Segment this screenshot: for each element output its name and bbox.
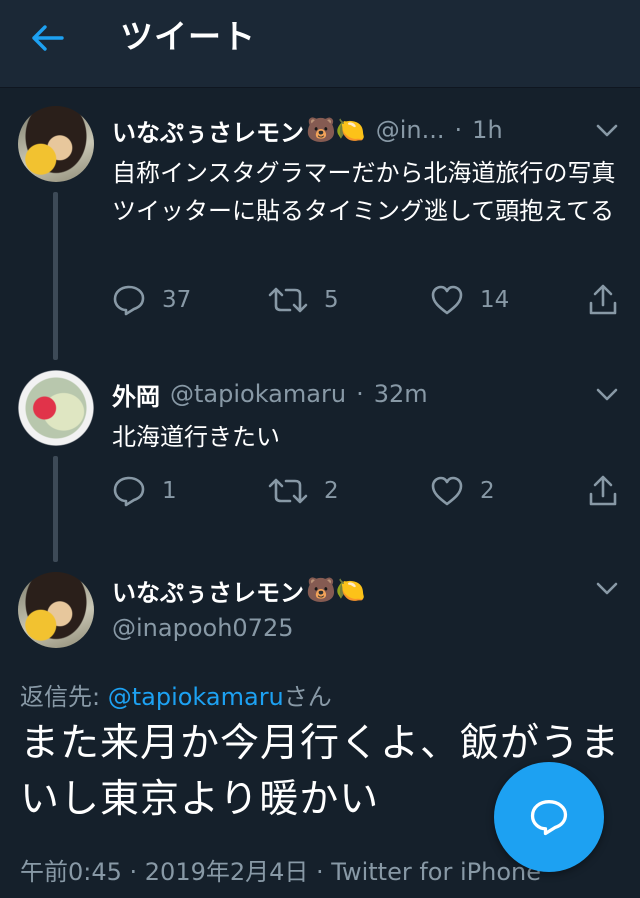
share-icon [589,284,617,315]
tweet-header: 外岡 @tapiokamaru · 32m [112,374,428,414]
retweet-icon [268,287,308,313]
tweet-actions: 1 2 2 [112,471,628,511]
share-button[interactable] [588,471,634,511]
separator-dot: · [356,380,364,408]
thread-line [53,192,58,360]
handle: @tapiokamaru [170,380,347,408]
reply-suffix: さん [283,683,332,711]
handle: @inapooh0725 [112,614,294,642]
compose-reply-icon [530,800,568,836]
retweet-count: 5 [324,287,339,313]
like-count: 14 [480,287,510,313]
tweet-menu-button[interactable] [592,116,622,146]
name-emoji: 🐻🍋 [306,576,366,604]
tweet-header: いなぷぅさレモン 🐻🍋 [112,568,366,612]
retweet-icon [268,478,308,504]
name-emoji: 🐻🍋 [306,116,366,144]
tweet-actions: 37 5 14 [112,280,628,320]
reply-button[interactable]: 37 [112,280,191,320]
like-button[interactable]: 14 [430,280,509,320]
avatar[interactable] [18,572,94,648]
tweet-text: 自称インスタグラマーだから北海道旅行の写真ツイッターに貼るタイミング逃して頭抱え… [112,159,616,225]
back-arrow-icon [32,25,64,51]
chevron-down-icon [596,124,618,137]
display-name: いなぷぅさレモン [112,118,304,147]
chevron-down-icon [596,582,618,595]
thread-line [53,456,58,562]
chevron-down-icon [596,388,618,401]
separator-dot: · [454,116,463,144]
page-title: ツイート [120,17,256,56]
reply-icon [113,285,145,316]
retweet-button[interactable]: 2 [268,471,339,511]
display-name: 外岡 [112,382,160,411]
app: ツイート いなぷぅさレモン 🐻🍋 @in... · 1h 自称インスタグラマーだ… [0,0,640,898]
reply-icon [113,476,145,507]
avatar[interactable] [18,106,94,182]
like-count: 2 [480,478,495,504]
avatar[interactable] [18,370,94,446]
retweet-button[interactable]: 5 [268,280,339,320]
reply-prefix: 返信先: [20,683,108,711]
tweet-time: 1h [472,116,503,144]
reply-context: 返信先: @tapiokamaruさん [20,678,332,716]
reply-count: 37 [162,287,192,313]
display-name: いなぷぅさレモン [112,578,304,607]
tweet-timestamp: 午前0:45 · 2019年2月4日 · Twitter for iPhone [20,858,541,886]
reply-count: 1 [162,478,177,504]
compose-reply-button[interactable] [494,762,604,872]
tweet-time: 32m [373,380,428,408]
like-icon [431,476,463,506]
reply-button[interactable]: 1 [112,471,177,511]
reply-to-link[interactable]: @tapiokamaru [108,683,284,711]
header-bar: ツイート [0,0,640,88]
tweet-text: 北海道行きたい [112,423,280,451]
tweet-header: いなぷぅさレモン 🐻🍋 @in... · 1h [112,110,503,150]
handle: @in... [375,116,445,144]
share-button[interactable] [588,280,634,320]
tweet-menu-button[interactable] [592,380,622,410]
retweet-count: 2 [324,478,339,504]
share-icon [589,475,617,506]
like-button[interactable]: 2 [430,471,495,511]
like-icon [431,285,463,315]
tweet-menu-button[interactable] [592,574,622,604]
back-button[interactable] [22,18,74,58]
